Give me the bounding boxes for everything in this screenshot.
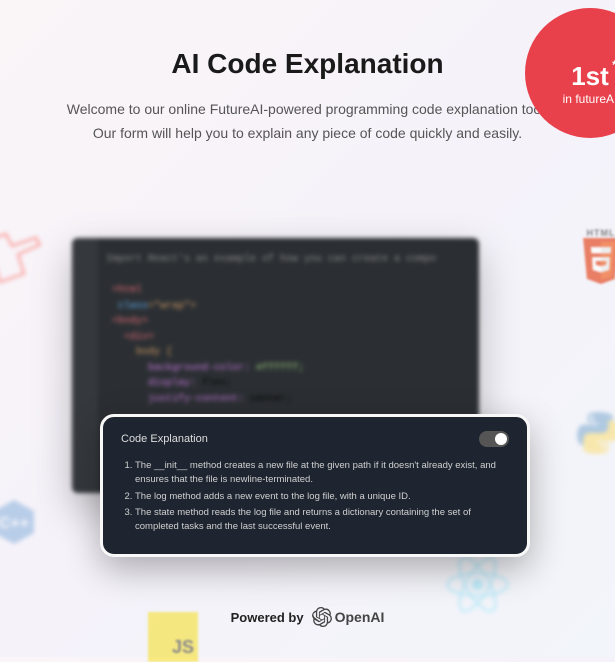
badge-sub: in futureAI (563, 92, 615, 106)
code-line: body { (106, 345, 465, 361)
react-icon (440, 547, 515, 617)
code-line: <body> (106, 314, 465, 330)
js-icon: JS (148, 612, 198, 662)
code-line: Import React's an example of how you can… (106, 252, 465, 268)
page-subtitle: Welcome to our online FutureAI-powered p… (60, 98, 555, 146)
code-line: justify-content: center; (106, 392, 465, 408)
footer: Powered by OpenAI (0, 607, 615, 627)
html5-icon: HTML (577, 228, 615, 284)
list-item: The state method reads the log file and … (135, 506, 509, 535)
explanation-list: The __init__ method creates a new file a… (121, 459, 509, 534)
badge-rank: 1st (571, 61, 609, 92)
openai-icon (312, 607, 332, 627)
code-line: <div> (106, 330, 465, 346)
panel-title: Code Explanation (121, 433, 208, 445)
explanation-panel: Code Explanation The __init__ method cre… (100, 414, 530, 557)
list-item: The __init__ method creates a new file a… (135, 459, 509, 488)
list-item: The log method adds a new event to the l… (135, 490, 509, 504)
panel-header: Code Explanation (121, 431, 509, 447)
code-line: <html (106, 283, 465, 299)
code-line: background-color: #ffffff; (106, 361, 465, 377)
openai-brand-text: OpenAI (335, 609, 385, 625)
svg-text:C++: C++ (0, 515, 29, 532)
python-icon (573, 408, 615, 458)
code-line: class="wrap"> (106, 299, 465, 315)
powered-by-label: Powered by (231, 610, 304, 625)
code-gutter (72, 238, 98, 493)
header: AI Code Explanation Welcome to our onlin… (0, 48, 615, 146)
cpp-icon: C++ (0, 498, 38, 548)
code-line: display: flex; (106, 376, 465, 392)
panel-toggle[interactable] (479, 431, 509, 447)
code-line (106, 268, 465, 284)
laravel-icon (0, 228, 42, 288)
openai-logo: OpenAI (312, 607, 385, 627)
toggle-knob (495, 433, 507, 445)
page-title: AI Code Explanation (60, 48, 555, 80)
